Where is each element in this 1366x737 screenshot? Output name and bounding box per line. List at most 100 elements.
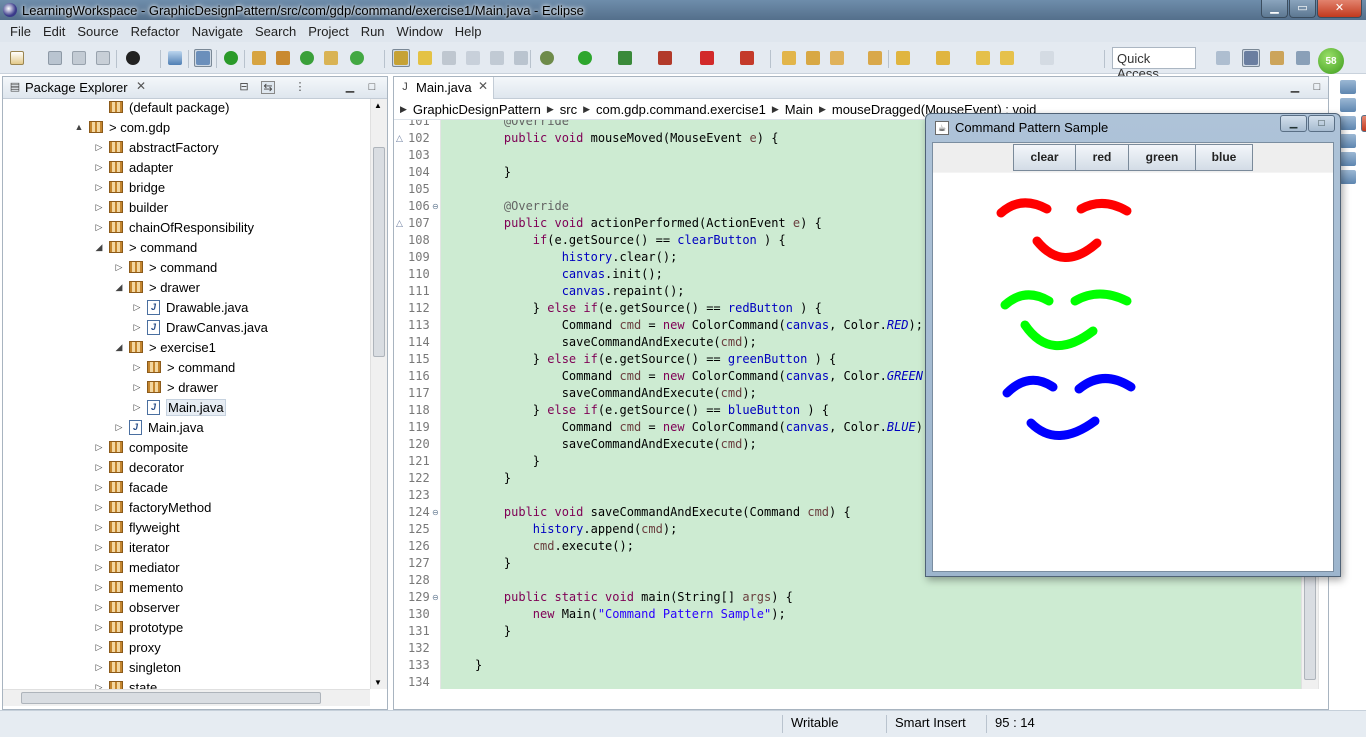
horizontal-scrollbar[interactable] xyxy=(3,689,370,706)
expand-arrow-icon[interactable]: ▷ xyxy=(93,602,105,613)
open-resource-icon[interactable] xyxy=(866,49,884,67)
run-history-icon[interactable] xyxy=(348,49,366,67)
code-line[interactable]: @Override xyxy=(475,120,569,130)
tree-item-package[interactable]: ▷ proxy xyxy=(93,637,161,657)
debug-run-icon[interactable] xyxy=(538,49,556,67)
tree-item-package[interactable]: ▷ flyweight xyxy=(93,517,180,537)
menu-file[interactable]: File xyxy=(4,24,37,39)
expand-arrow-icon[interactable]: ▷ xyxy=(93,482,105,493)
last-edit-icon[interactable] xyxy=(974,49,992,67)
tree-item-package[interactable]: ▷ adapter xyxy=(93,157,174,177)
new-class-icon[interactable] xyxy=(298,49,316,67)
view-menu-icon[interactable]: ⋮ xyxy=(293,81,307,94)
expand-arrow-icon[interactable]: ▷ xyxy=(93,222,105,233)
minimize-view-icon[interactable]: ▁ xyxy=(1288,81,1302,94)
code-line[interactable]: public static void main(String[] args) { xyxy=(475,589,793,606)
toggle-mark-occurrences-icon[interactable] xyxy=(392,49,410,67)
green-button[interactable]: green xyxy=(1128,144,1196,171)
task-list-icon[interactable] xyxy=(1340,98,1356,112)
expand-arrow-icon[interactable]: ▷ xyxy=(131,322,143,333)
code-line[interactable]: Command cmd = new ColorCommand(canvas, C… xyxy=(475,317,923,334)
tree-item-package[interactable]: ▷ abstractFactory xyxy=(93,137,219,157)
code-line[interactable]: } xyxy=(475,453,540,470)
expand-arrow-icon[interactable]: ▷ xyxy=(93,682,105,690)
expand-arrow-icon[interactable]: ▷ xyxy=(113,422,125,433)
code-line[interactable]: } xyxy=(475,657,482,674)
console-icon[interactable] xyxy=(1340,116,1356,130)
expand-arrow-icon[interactable]: ▷ xyxy=(113,262,125,273)
tree-item-package[interactable]: ◢ > exercise1 xyxy=(113,337,216,357)
paragraph-icon[interactable] xyxy=(512,49,530,67)
expand-arrow-icon[interactable]: ▷ xyxy=(93,142,105,153)
tree-item-package[interactable]: ▷ decorator xyxy=(93,457,184,477)
tree-item-package[interactable]: ▷ observer xyxy=(93,597,180,617)
code-line[interactable]: cmd.execute(); xyxy=(475,538,634,555)
java-perspective-icon[interactable] xyxy=(1268,49,1286,67)
blue-button[interactable]: blue xyxy=(1195,144,1253,171)
highlight-icon[interactable] xyxy=(416,49,434,67)
maximize-button[interactable]: ▭ xyxy=(1289,0,1316,18)
tree-item-java-file[interactable]: ▷ J Main.java xyxy=(131,397,226,417)
tree-item-package[interactable]: ▷ mediator xyxy=(93,557,180,577)
menu-search[interactable]: Search xyxy=(249,24,302,39)
code-line[interactable]: public void saveCommandAndExecute(Comman… xyxy=(475,504,851,521)
open-folder-icon[interactable] xyxy=(780,49,798,67)
tree-item-package[interactable]: ▷ chainOfResponsibility xyxy=(93,217,254,237)
code-line[interactable]: } xyxy=(475,623,511,640)
expand-arrow-icon[interactable]: ▷ xyxy=(93,162,105,173)
tree-item-package[interactable]: ▷ state xyxy=(93,677,157,689)
tree-item-java-file[interactable]: ▷ J Main.java xyxy=(113,417,204,437)
code-line[interactable]: new Main("Command Pattern Sample"); xyxy=(475,606,786,623)
expand-arrow-icon[interactable]: ▷ xyxy=(93,182,105,193)
expand-arrow-icon[interactable]: ▷ xyxy=(131,362,143,373)
tree-item-package[interactable]: ▷ memento xyxy=(93,577,184,597)
back-icon[interactable] xyxy=(998,49,1016,67)
print-icon[interactable] xyxy=(94,49,112,67)
code-line[interactable]: saveCommandAndExecute(cmd); xyxy=(475,334,757,351)
declaration-icon[interactable] xyxy=(1340,170,1356,184)
breadcrumb-class[interactable]: Main xyxy=(785,102,813,117)
debug-icon[interactable] xyxy=(124,49,142,67)
code-line[interactable]: saveCommandAndExecute(cmd); xyxy=(475,385,757,402)
app-minimize-button[interactable]: ▁ xyxy=(1280,115,1307,132)
fold-toggle-icon[interactable]: ⊖ xyxy=(432,593,439,602)
coverage-icon[interactable] xyxy=(222,49,240,67)
expand-arrow-icon[interactable]: ▷ xyxy=(93,582,105,593)
code-line[interactable]: } xyxy=(475,164,511,181)
collapse-arrow-icon[interactable]: ▲ xyxy=(73,122,85,132)
tree-item-package[interactable]: ▷ prototype xyxy=(93,617,184,637)
code-line[interactable]: Command cmd = new ColorCommand(canvas, C… xyxy=(475,368,938,385)
code-line[interactable]: } xyxy=(475,470,511,487)
tree-item-package[interactable]: ▷ > command xyxy=(131,357,236,377)
outline-icon[interactable] xyxy=(1340,80,1356,94)
forward-icon[interactable] xyxy=(1038,49,1056,67)
block-selection-icon[interactable] xyxy=(464,49,482,67)
close-button[interactable]: ✕ xyxy=(1317,0,1362,18)
menu-navigate[interactable]: Navigate xyxy=(186,24,249,39)
close-icon[interactable]: ✕ xyxy=(478,79,488,93)
command-pattern-window[interactable]: ☕ Command Pattern Sample ▁ □ ✕ clear red… xyxy=(925,113,1366,577)
expand-arrow-icon[interactable]: ▷ xyxy=(93,202,105,213)
fold-toggle-icon[interactable]: ⊖ xyxy=(432,508,439,517)
tree-item-java-file[interactable]: ▷ J DrawCanvas.java xyxy=(131,317,268,337)
collapse-all-icon[interactable]: ⊟ xyxy=(237,81,251,94)
code-line[interactable]: history.append(cmd); xyxy=(475,521,678,538)
app-maximize-button[interactable]: □ xyxy=(1308,115,1335,132)
code-line[interactable]: history.clear(); xyxy=(475,249,678,266)
expand-arrow-icon[interactable]: ▷ xyxy=(93,642,105,653)
new-java-project-icon[interactable] xyxy=(250,49,268,67)
quick-access-field[interactable]: Quick Access xyxy=(1112,47,1196,81)
tree-item-package[interactable]: ▲ > com.gdp xyxy=(73,117,171,137)
breadcrumb-package[interactable]: com.gdp.command.exercise1 xyxy=(596,102,766,117)
draw-canvas[interactable] xyxy=(933,173,1333,571)
expand-arrow-icon[interactable]: ▷ xyxy=(93,522,105,533)
link-with-editor-icon[interactable]: ⇆ xyxy=(261,81,275,94)
java-ee-perspective-icon[interactable] xyxy=(1242,49,1260,67)
window-title-bar[interactable]: LearningWorkspace - GraphicDesignPattern… xyxy=(0,0,1366,20)
expand-arrow-icon[interactable]: ▷ xyxy=(131,402,143,413)
minimize-view-icon[interactable]: ▁ xyxy=(343,81,357,94)
tree-item-package[interactable]: ▷ builder xyxy=(93,197,169,217)
vertical-scrollbar[interactable]: ▲ ▼ xyxy=(370,99,387,689)
code-line[interactable]: canvas.init(); xyxy=(475,266,663,283)
collapse-arrow-icon[interactable]: ◢ xyxy=(93,242,105,253)
